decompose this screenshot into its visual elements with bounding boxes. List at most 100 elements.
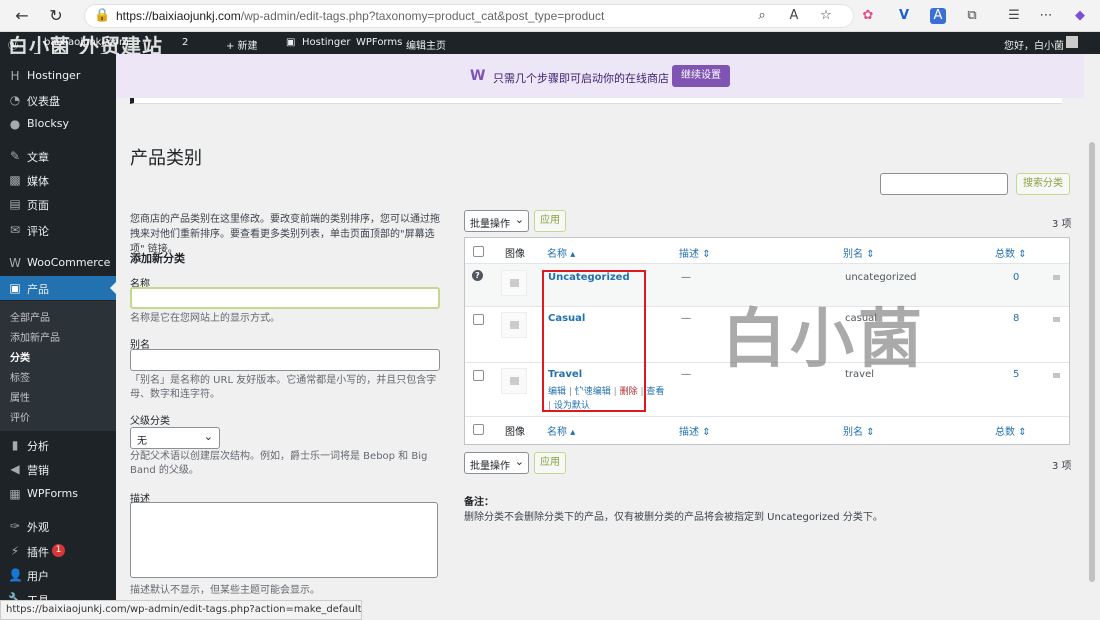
- extension-flower-icon[interactable]: ✿: [860, 8, 876, 24]
- copilot-icon[interactable]: ◆: [1072, 8, 1088, 24]
- dashboard-icon: ◔: [9, 93, 21, 107]
- scroll-thumb[interactable]: [1089, 142, 1095, 582]
- sidebar-item-analytics[interactable]: ▮ 分析: [0, 433, 116, 457]
- slug-field[interactable]: [130, 349, 440, 371]
- sidebar-item-marketing[interactable]: ◀ 营销: [0, 457, 116, 481]
- sidebar-item-products[interactable]: ▣ 产品: [0, 276, 116, 300]
- column-count[interactable]: 总数 ⇕: [995, 245, 1027, 260]
- reload-icon[interactable]: ↻: [46, 6, 66, 26]
- favorites-list-icon[interactable]: ☰: [1006, 8, 1022, 24]
- sidebar-item-dashboard[interactable]: ◔ 仪表盘: [0, 88, 116, 112]
- admin-bar-edit-home[interactable]: 编辑主页: [406, 37, 446, 52]
- sidebar-item-pages[interactable]: ▤ 页面: [0, 192, 116, 216]
- column-description-footer[interactable]: 描述 ⇕: [679, 423, 711, 438]
- category-count[interactable]: 0: [1013, 272, 1019, 283]
- brush-icon: ✑: [9, 519, 21, 533]
- category-count[interactable]: 5: [1013, 369, 1019, 380]
- search-categories-button[interactable]: 搜索分类: [1016, 173, 1070, 195]
- sidebar-item-woocommerce[interactable]: W WooCommerce: [0, 251, 116, 275]
- media-icon: ▩: [9, 173, 21, 187]
- column-name-footer[interactable]: 名称 ▴: [547, 423, 575, 438]
- browser-toolbar: ← ↻ 🔒 https://baixiaojunkj.com/wp-admin/…: [0, 0, 1100, 32]
- parent-help: 分配父术语以创建层次结构。例如，爵士乐一词将是 Bebop 和 Big Band…: [130, 451, 428, 476]
- zoom-icon[interactable]: ⌕: [754, 8, 770, 24]
- extension-v-icon[interactable]: V: [896, 8, 912, 24]
- avatar[interactable]: [1066, 36, 1078, 48]
- select-all-checkbox[interactable]: [473, 246, 484, 257]
- category-thumbnail: [501, 270, 527, 296]
- sidebar-item-posts[interactable]: ✎ 文章: [0, 144, 116, 168]
- submenu-tags[interactable]: 标签: [10, 369, 30, 384]
- select-all-checkbox-footer[interactable]: [473, 424, 484, 435]
- sidebar-item-appearance[interactable]: ✑ 外观: [0, 514, 116, 538]
- main-content: W 只需几个步骤即可启动你的在线商店 继续设置 产品类别 您商店的产品类别在这里…: [116, 54, 1100, 620]
- sidebar-item-blocksy[interactable]: ● Blocksy: [0, 112, 116, 136]
- parent-select[interactable]: 无 ⌄: [130, 427, 220, 449]
- category-description: —: [681, 369, 691, 380]
- sidebar-item-hostinger[interactable]: H Hostinger: [0, 64, 116, 88]
- more-menu-icon[interactable]: ⋯: [1038, 8, 1054, 24]
- apply-button-bottom[interactable]: 应用: [534, 452, 566, 474]
- blocksy-icon: ●: [9, 117, 21, 131]
- extension-translate-icon[interactable]: A: [930, 8, 946, 24]
- column-count-footer[interactable]: 总数 ⇕: [995, 423, 1027, 438]
- parent-label: 父级分类: [130, 416, 170, 427]
- column-name[interactable]: 名称 ▴: [547, 245, 575, 260]
- drag-handle-icon[interactable]: [1053, 317, 1060, 322]
- sort-icon: ▴: [570, 249, 576, 260]
- row-checkbox[interactable]: [473, 370, 484, 381]
- sidebar-item-users[interactable]: 👤 用户: [0, 563, 116, 587]
- help-icon[interactable]: ?: [472, 270, 483, 281]
- column-slug[interactable]: 别名 ⇕: [843, 245, 875, 260]
- sort-icon: ⇕: [866, 427, 875, 438]
- admin-bar-new[interactable]: + 新建: [226, 37, 258, 52]
- sidebar-item-media[interactable]: ▩ 媒体: [0, 168, 116, 192]
- setup-banner: W 只需几个步骤即可启动你的在线商店 继续设置: [116, 54, 1084, 98]
- admin-bar-count[interactable]: 2: [182, 37, 188, 48]
- search-input[interactable]: [880, 173, 1008, 195]
- row-checkbox[interactable]: [473, 314, 484, 325]
- status-bar-url: https://baixiaojunkj.com/wp-admin/edit-t…: [0, 600, 362, 620]
- column-description[interactable]: 描述 ⇕: [679, 245, 711, 260]
- column-slug-footer[interactable]: 别名 ⇕: [843, 423, 875, 438]
- hostinger-icon: H: [10, 69, 20, 83]
- favorite-icon[interactable]: ☆: [818, 8, 834, 24]
- admin-bar-wpforms[interactable]: WPForms: [356, 37, 402, 48]
- sidebar-item-comments[interactable]: ✉ 评论: [0, 218, 116, 242]
- view-link[interactable]: 查看: [646, 387, 664, 397]
- chevron-down-icon: ⌄: [514, 213, 524, 226]
- scrollbar[interactable]: [1084, 54, 1100, 620]
- banner-text: 只需几个步骤即可启动你的在线商店: [493, 72, 669, 85]
- admin-bar-greeting[interactable]: 您好，白小菌: [1004, 37, 1064, 52]
- category-count[interactable]: 8: [1013, 313, 1019, 324]
- lock-icon[interactable]: 🔒: [94, 8, 110, 24]
- admin-bar-hostinger[interactable]: Hostinger: [302, 37, 351, 48]
- submenu-attributes[interactable]: 属性: [10, 389, 30, 404]
- sidebar-item-wpforms[interactable]: ▦ WPForms: [0, 482, 116, 506]
- bulk-actions-select-bottom[interactable]: 批量操作 ⌄: [464, 452, 529, 474]
- extensions-puzzle-icon[interactable]: ⧉: [964, 8, 980, 24]
- submenu-all-products[interactable]: 全部产品: [10, 309, 50, 324]
- notes-text: 删除分类不会删除分类下的产品，仅有被删分类的产品将会被指定到 Uncategor…: [464, 512, 883, 523]
- sidebar-item-plugins[interactable]: ⚡ 插件 1: [0, 539, 116, 563]
- sort-icon: ⇕: [702, 249, 711, 260]
- submenu-categories[interactable]: 分类: [10, 349, 30, 364]
- drag-handle-icon[interactable]: [1053, 275, 1060, 280]
- name-field[interactable]: [130, 287, 440, 309]
- apply-button[interactable]: 应用: [534, 210, 566, 232]
- read-aloud-icon[interactable]: A: [786, 8, 802, 24]
- sort-icon: ⇕: [1018, 249, 1027, 260]
- description-textarea[interactable]: [130, 502, 438, 578]
- category-thumbnail: [501, 368, 527, 394]
- submenu-add-product[interactable]: 添加新产品: [10, 329, 60, 344]
- continue-setup-button[interactable]: 继续设置: [672, 65, 730, 87]
- name-help: 名称是它在您网站上的显示方式。: [130, 313, 280, 324]
- user-icon: 👤: [8, 568, 23, 582]
- back-icon[interactable]: ←: [12, 6, 32, 26]
- category-slug: uncategorized: [845, 272, 917, 283]
- bulk-actions-select[interactable]: 批量操作 ⌄: [464, 210, 529, 232]
- drag-handle-icon[interactable]: [1053, 373, 1060, 378]
- item-count: 3 项: [1052, 219, 1072, 230]
- submenu-reviews[interactable]: 评价: [10, 409, 30, 424]
- wpforms-icon: ▦: [9, 487, 21, 501]
